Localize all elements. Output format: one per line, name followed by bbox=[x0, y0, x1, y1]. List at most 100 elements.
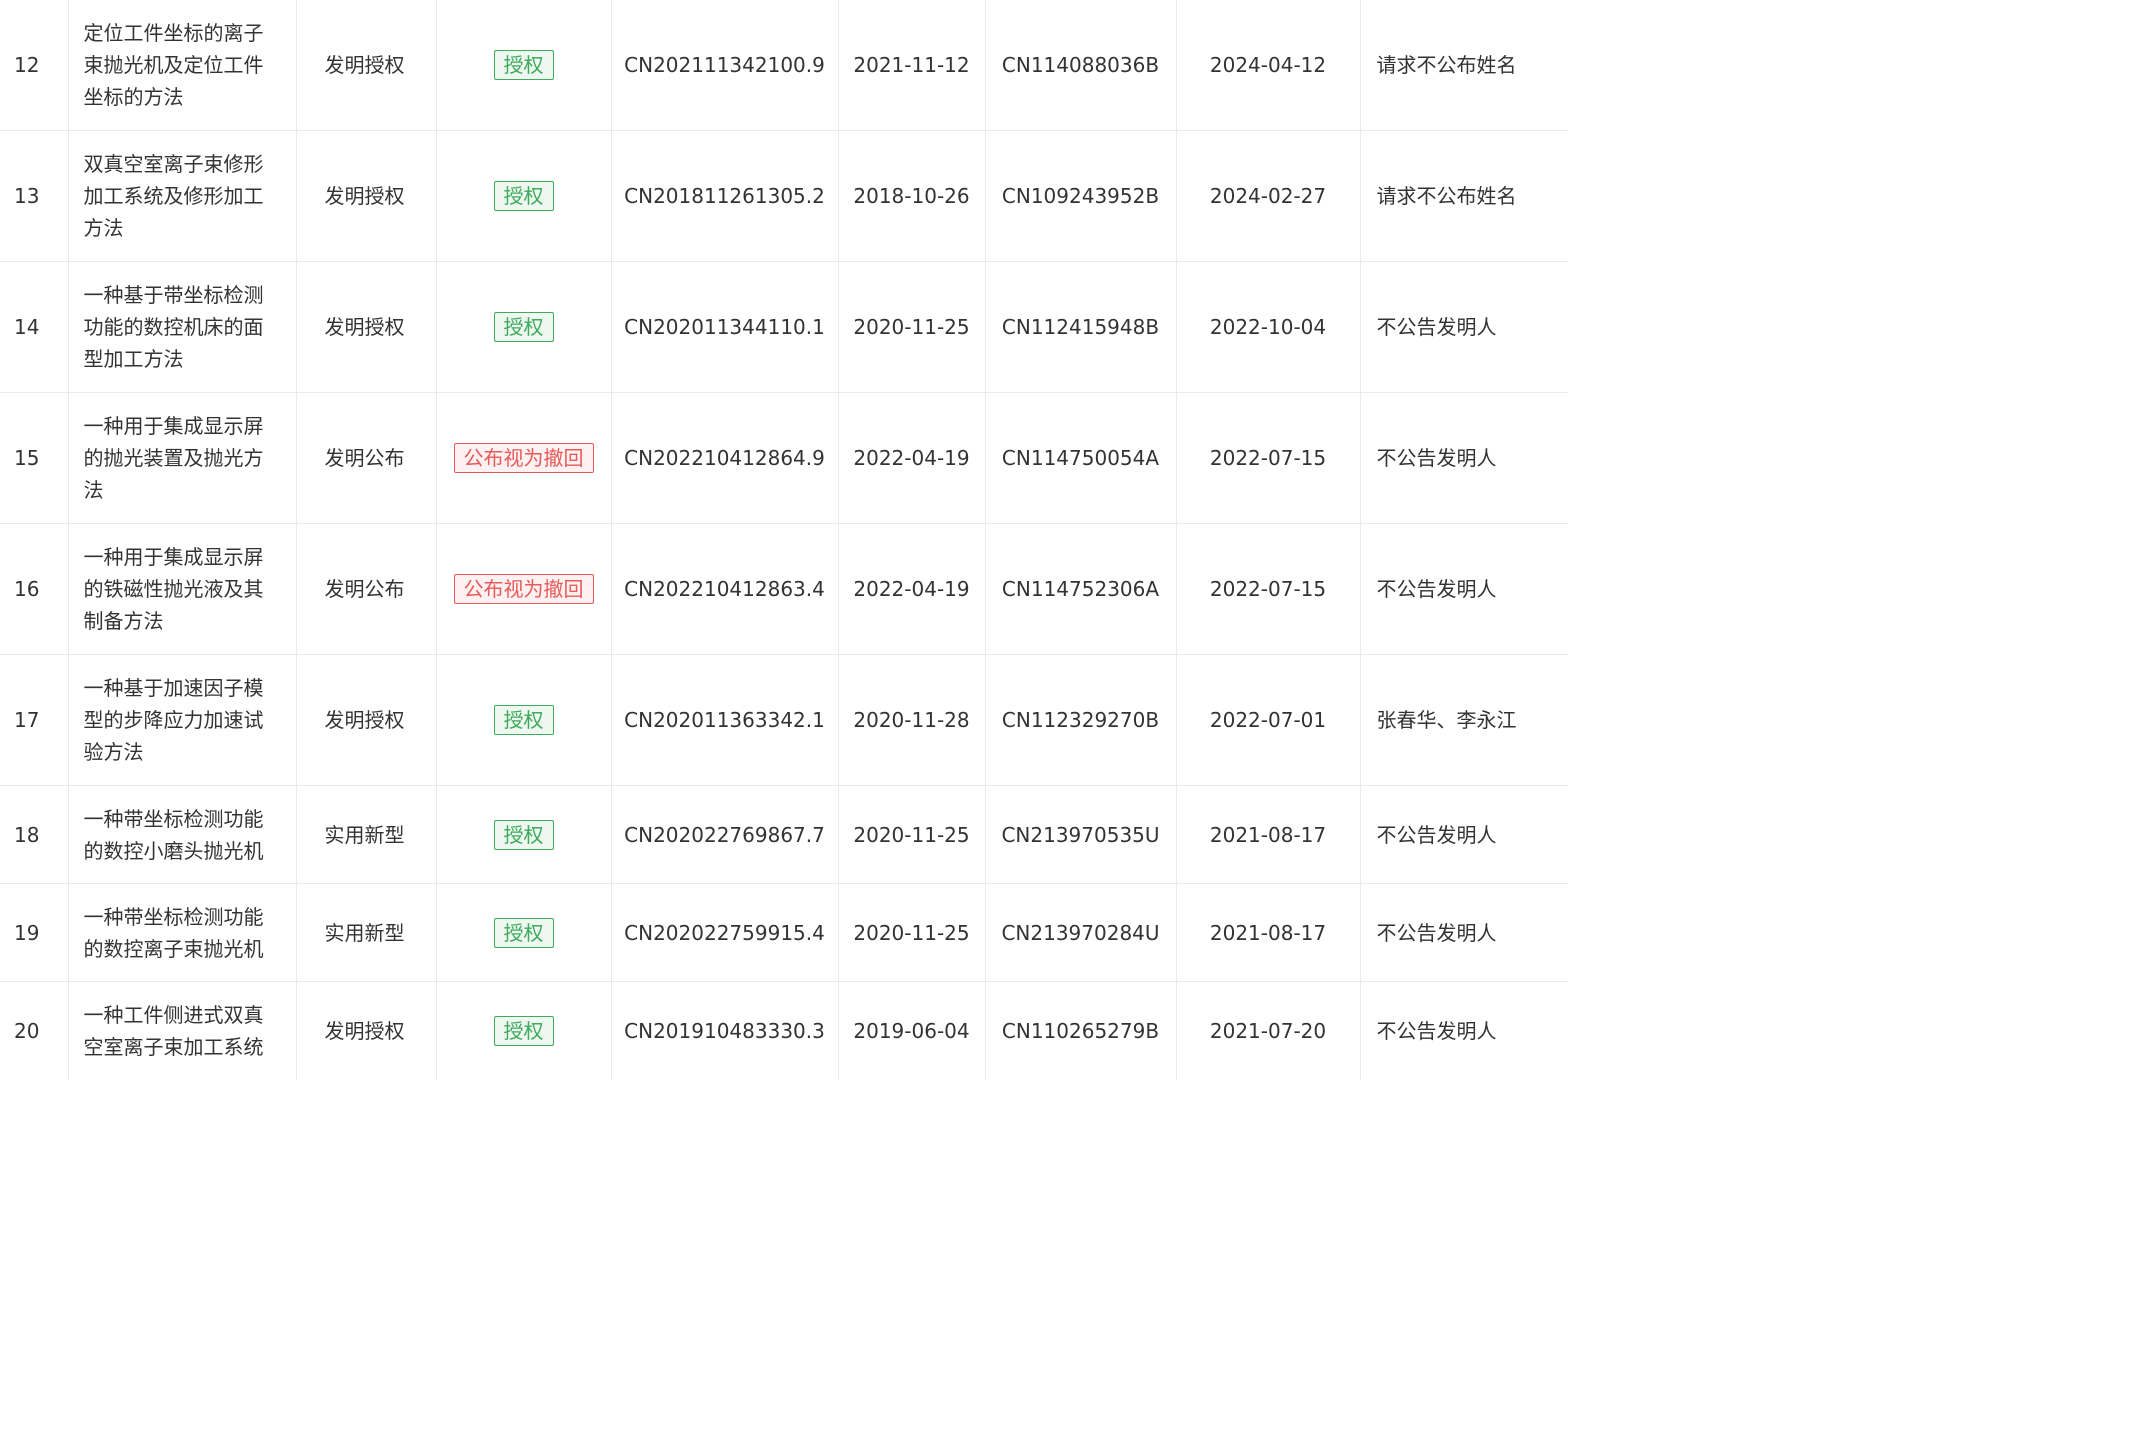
table-row[interactable]: 13 双真空室离子束修形 加工系统及修形加工 方法 发明授权 授权 CN2018112613… bbox=[0, 130, 1568, 262]
patent-name-line: 束抛光机及定位工件 bbox=[83, 53, 264, 77]
application-number: CN202111342100.9 bbox=[611, 0, 839, 131]
application-date: 2020-11-25 bbox=[838, 785, 986, 884]
patent-name-line: 一种基于加速因子模 bbox=[83, 676, 264, 700]
row-number: 19 bbox=[0, 883, 69, 982]
patent-name-line: 法 bbox=[83, 478, 104, 502]
patent-name-cell[interactable]: 一种基于加速因子模 型的步降应力加速试 验方法 bbox=[68, 654, 297, 786]
inventor: 不公告发明人 bbox=[1360, 392, 1568, 524]
patent-name-cell[interactable]: 一种带坐标检测功能 的数控离子束抛光机 bbox=[68, 883, 297, 982]
table-row[interactable]: 20 一种工件侧进式双真 空室离子束加工系统 发明授权 授权 CN201910483330… bbox=[0, 981, 1568, 1080]
patent-name-line: 一种用于集成显示屏 bbox=[83, 545, 264, 569]
patent-table: 12 定位工件坐标的离子 束抛光机及定位工件 坐标的方法 发明授权 授权 CN2021113… bbox=[0, 0, 1568, 1080]
publication-date: 2021-08-17 bbox=[1176, 785, 1361, 884]
patent-name-line: 双真空室离子束修形 bbox=[83, 152, 264, 176]
inventor: 不公告发明人 bbox=[1360, 883, 1568, 982]
application-number: CN202022769867.7 bbox=[611, 785, 839, 884]
application-date: 2020-11-28 bbox=[838, 654, 986, 786]
status-badge: 授权 bbox=[493, 1016, 554, 1046]
patent-name-cell[interactable]: 定位工件坐标的离子 束抛光机及定位工件 坐标的方法 bbox=[68, 0, 297, 131]
status-badge: 授权 bbox=[493, 181, 554, 211]
patent-name-cell[interactable]: 一种用于集成显示屏 的铁磁性抛光液及其 制备方法 bbox=[68, 523, 297, 655]
application-date: 2022-04-19 bbox=[838, 392, 986, 524]
application-number: CN202011344110.1 bbox=[611, 261, 839, 393]
status-badge: 授权 bbox=[493, 50, 554, 80]
status-cell: 授权 bbox=[436, 130, 612, 262]
patent-name-line: 制备方法 bbox=[83, 609, 164, 633]
inventor: 不公告发明人 bbox=[1360, 261, 1568, 393]
row-number: 17 bbox=[0, 654, 69, 786]
patent-name-line: 一种工件侧进式双真 bbox=[83, 1003, 264, 1027]
inventor: 不公告发明人 bbox=[1360, 785, 1568, 884]
application-date: 2019-06-04 bbox=[838, 981, 986, 1080]
inventor: 不公告发明人 bbox=[1360, 523, 1568, 655]
publication-date: 2022-07-15 bbox=[1176, 523, 1361, 655]
row-number: 20 bbox=[0, 981, 69, 1080]
patent-name-cell[interactable]: 一种用于集成显示屏 的抛光装置及抛光方法 bbox=[68, 392, 297, 524]
table-row[interactable]: 16 一种用于集成显示屏 的铁磁性抛光液及其 制备方法 发明公布 公布视为撤回 CN2022… bbox=[0, 523, 1568, 655]
status-badge: 公布视为撤回 bbox=[453, 574, 594, 604]
publication-date: 2022-07-15 bbox=[1176, 392, 1361, 524]
application-date: 2020-11-25 bbox=[838, 261, 986, 393]
patent-type: 实用新型 bbox=[296, 883, 437, 982]
patent-name-line: 的数控小磨头抛光机 bbox=[83, 838, 264, 863]
patent-name-line: 一种用于集成显示屏 bbox=[83, 414, 264, 438]
application-number: CN201811261305.2 bbox=[611, 130, 839, 262]
patent-name-line: 方法 bbox=[83, 216, 124, 240]
status-cell: 授权 bbox=[436, 0, 612, 131]
patent-name-line: 的铁磁性抛光液及其 bbox=[83, 577, 264, 601]
application-number: CN202011363342.1 bbox=[611, 654, 839, 786]
publication-number: CN112415948B bbox=[985, 261, 1177, 393]
publication-number: CN114750054A bbox=[985, 392, 1177, 524]
row-number: 15 bbox=[0, 392, 69, 524]
status-cell: 授权 bbox=[436, 883, 612, 982]
application-number: CN201910483330.3 bbox=[611, 981, 839, 1080]
patent-name-cell[interactable]: 一种带坐标检测功能 的数控小磨头抛光机 bbox=[68, 785, 297, 884]
inventor: 请求不公布姓名 bbox=[1360, 0, 1568, 131]
status-badge: 授权 bbox=[493, 705, 554, 735]
row-number: 12 bbox=[0, 0, 69, 131]
table-body: 12 定位工件坐标的离子 束抛光机及定位工件 坐标的方法 发明授权 授权 CN2021113… bbox=[0, 0, 1568, 1080]
publication-number: CN110265279B bbox=[985, 981, 1177, 1080]
inventor: 张春华、李永江 bbox=[1360, 654, 1568, 786]
patent-name-line: 一种带坐标检测功能 bbox=[83, 904, 264, 929]
row-number: 14 bbox=[0, 261, 69, 393]
status-badge: 授权 bbox=[493, 917, 554, 948]
patent-type: 发明授权 bbox=[296, 261, 437, 393]
patent-name-cell[interactable]: 一种基于带坐标检测 功能的数控机床的面 型加工方法 bbox=[68, 261, 297, 393]
publication-number: CN114088036B bbox=[985, 0, 1177, 131]
row-number: 18 bbox=[0, 785, 69, 884]
application-number: CN202022759915.4 bbox=[611, 883, 839, 982]
publication-date: 2024-04-12 bbox=[1176, 0, 1361, 131]
patent-type: 发明授权 bbox=[296, 130, 437, 262]
application-number: CN202210412863.4 bbox=[611, 523, 839, 655]
patent-name-line: 一种基于带坐标检测 bbox=[83, 283, 264, 307]
inventor: 不公告发明人 bbox=[1376, 1019, 1497, 1043]
publication-number: CN213970535U bbox=[985, 785, 1177, 884]
status-badge: 授权 bbox=[493, 312, 554, 342]
application-date: 2020-11-25 bbox=[838, 883, 986, 982]
publication-date: 2021-08-17 bbox=[1176, 883, 1361, 982]
patent-name-line: 验方法 bbox=[83, 740, 144, 764]
row-number: 16 bbox=[0, 523, 69, 655]
patent-name-line: 的抛光装置及抛光方 bbox=[83, 446, 264, 470]
publication-number: CN109243952B bbox=[985, 130, 1177, 262]
table-row[interactable]: 14 一种基于带坐标检测 功能的数控机床的面 型加工方法 发明授权 授权 CN2020113… bbox=[0, 261, 1568, 393]
table-row[interactable]: 15 一种用于集成显示屏 的抛光装置及抛光方法发明公布 公布视为撤回 CN2022104… bbox=[0, 392, 1568, 524]
status-cell: 授权 bbox=[436, 981, 612, 1080]
patent-name-cell[interactable]: 一种工件侧进式双真 空室离子束加工系统 bbox=[68, 981, 297, 1080]
table-row[interactable]: 18 一种带坐标检测功能 的数控小磨头抛光机 实用新型 授权 CN202022769867… bbox=[0, 785, 1568, 884]
publication-date: 2022-10-04 bbox=[1176, 261, 1361, 393]
patent-name-line: 定位工件坐标的离子 bbox=[83, 21, 264, 45]
patent-name-line: 一种带坐标检测功能 bbox=[83, 806, 264, 831]
publication-number: CN114752306A bbox=[985, 523, 1177, 655]
patent-name-cell[interactable]: 双真空室离子束修形 加工系统及修形加工 方法 bbox=[68, 130, 297, 262]
table-row[interactable]: 19 一种带坐标检测功能 的数控离子束抛光机 实用新型 授权 CN202022759915… bbox=[0, 883, 1568, 982]
table-row[interactable]: 17 一种基于加速因子模 型的步降应力加速试 验方法 发明授权 授权 CN202011363… bbox=[0, 654, 1568, 786]
publication-date: 2022-07-01 bbox=[1176, 654, 1361, 786]
table-row[interactable]: 12 定位工件坐标的离子 束抛光机及定位工件 坐标的方法 发明授权 授权 CN2021113… bbox=[0, 0, 1568, 131]
patent-name-line: 型的步降应力加速试 bbox=[83, 708, 264, 732]
patent-type: 发明授权 bbox=[296, 654, 437, 786]
patent-type: 实用新型 bbox=[296, 785, 437, 884]
status-badge: 授权 bbox=[493, 819, 554, 850]
publication-date: 2024-02-27 bbox=[1176, 130, 1361, 262]
